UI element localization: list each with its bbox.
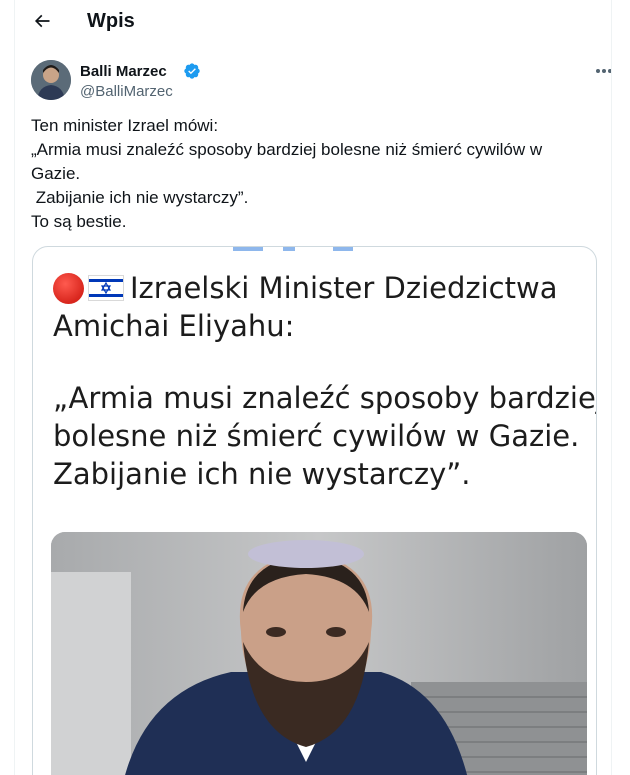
media-text-line: bolesne niż śmierć cywilów w Gazie. — [53, 419, 580, 453]
red-circle-icon — [53, 273, 84, 304]
media-text-line: Amichai Eliyahu: — [53, 309, 295, 343]
post-text-line: To są bestie. — [31, 212, 127, 231]
page-title: Wpis — [87, 10, 135, 32]
display-name[interactable]: Balli Marzec — [80, 63, 167, 80]
back-button[interactable] — [27, 6, 57, 36]
post-text-line: Zabijanie ich nie wystarczy”. — [31, 188, 249, 207]
avatar[interactable] — [31, 60, 71, 100]
post-text-line: Gazie. — [31, 164, 81, 183]
media-text-line: „Armia musi znaleźć sposoby bardziej — [53, 381, 597, 415]
more-dots-icon — [596, 69, 611, 73]
cropped-text-strip — [33, 247, 596, 251]
post-detail-column: Wpis Balli Marzec @BalliMarzec Ten minis… — [14, 0, 612, 775]
portrait-photo — [51, 532, 587, 775]
avatar-image — [31, 60, 71, 100]
post-text-line: „Armia musi znaleźć sposoby bardziej bol… — [31, 140, 543, 159]
more-options-button[interactable] — [590, 60, 611, 82]
media-text-line: Zabijanie ich nie wystarczy”. — [53, 457, 471, 491]
post-text: Ten minister Izrael mówi: „Armia musi zn… — [31, 114, 591, 234]
post-media-image[interactable]: Izraelski Minister Dziedzictwa Amichai E… — [32, 246, 597, 775]
post-text-line: Ten minister Izrael mówi: — [31, 116, 219, 135]
post-author: Balli Marzec @BalliMarzec — [31, 60, 611, 102]
verified-badge-icon — [184, 63, 200, 79]
post-header: Wpis — [15, 0, 611, 44]
user-handle[interactable]: @BalliMarzec — [80, 83, 173, 100]
arrow-left-icon — [34, 14, 50, 28]
israel-flag-icon — [88, 275, 124, 301]
media-text-line: Izraelski Minister Dziedzictwa — [130, 271, 558, 305]
